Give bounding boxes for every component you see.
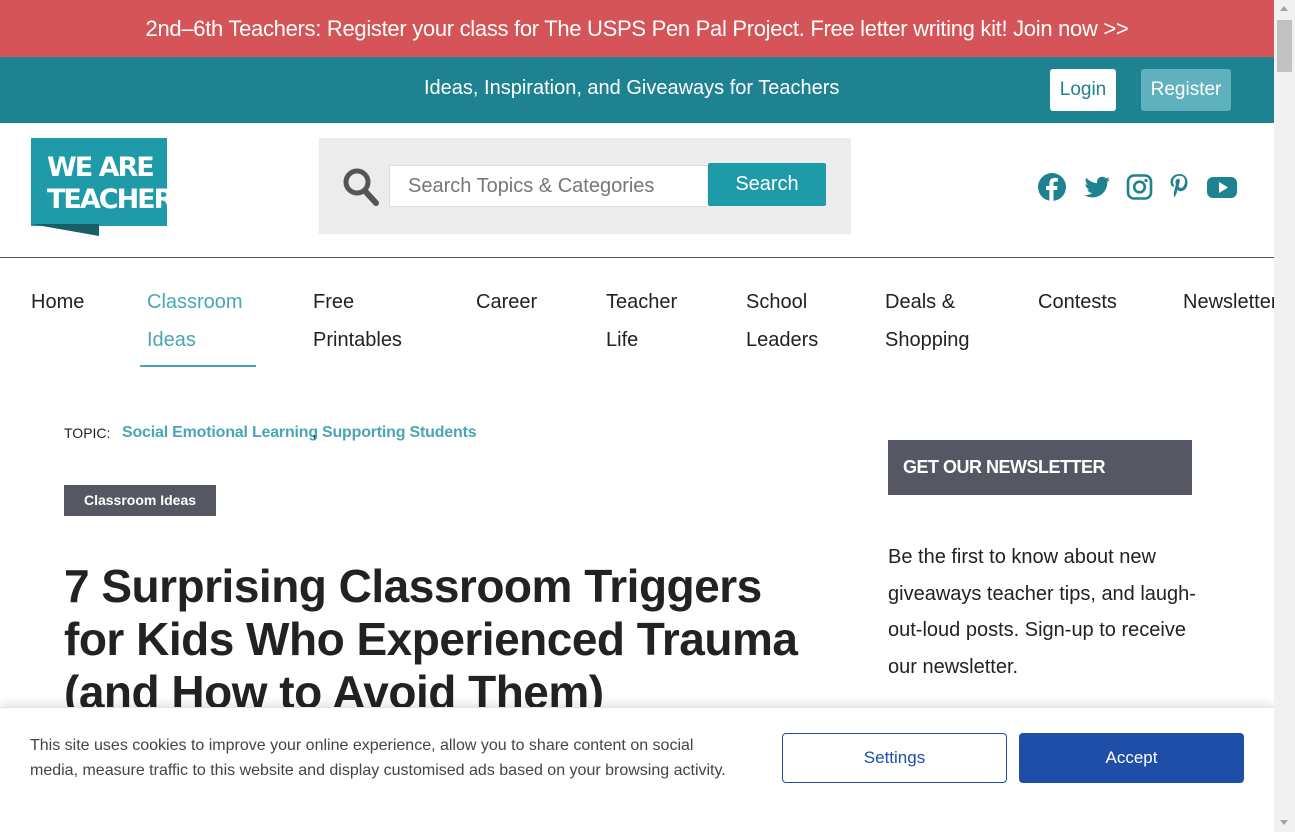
nav-teacher-life[interactable]: Teacher Life [606,283,677,359]
nav-teacher-label-1: Teacher [606,291,678,313]
page: 2nd–6th Teachers: Register your class fo… [0,0,1274,832]
nav-newsletter-label: Newsletter [1183,291,1274,313]
scroll-up-arrow-icon[interactable] [1280,6,1288,11]
pinterest-icon[interactable] [1168,172,1190,202]
newsletter-description: Be the first to know about new giveaways… [888,546,1196,678]
logo-line-1: WE ARE [47,152,153,183]
cookie-accept-button[interactable]: Accept [1019,733,1244,783]
nav-teacher-label-2: Life [606,329,639,351]
twitter-icon[interactable] [1082,172,1112,202]
topic-label: TOPIC: [64,425,111,441]
category-badge[interactable]: Classroom Ideas [64,485,216,516]
tagline: Ideas, Inspiration, and Giveaways for Te… [424,77,840,99]
nav-deals-label-1: Deals & [885,291,956,313]
nav-school-label-2: Leaders [746,329,819,351]
topic-link-supporting-students[interactable]: Supporting Students [322,424,477,442]
nav-classroom-ideas[interactable]: Classroom Ideas [147,283,243,359]
nav-contests-label: Contests [1038,291,1117,313]
nav-classroom-label-2: Ideas [147,329,196,351]
facebook-icon[interactable] [1037,172,1067,202]
cookie-banner: This site uses cookies to improve your o… [0,707,1274,832]
login-button[interactable]: Login [1050,69,1116,111]
topic-separator: , [312,424,317,441]
nav-school-leaders[interactable]: School Leaders [746,283,818,359]
nav-printables-label-2: Printables [313,329,402,351]
nav-newsletter[interactable]: Newsletter [1183,283,1274,321]
nav-school-label-1: School [746,291,808,313]
nav-printables-label-1: Free [313,291,355,313]
nav-deals-label-2: Shopping [885,329,970,351]
article-title: 7 Surprising Classroom Triggers for Kids… [64,560,798,718]
cookie-message: This site uses cookies to improve your o… [30,737,726,779]
cookie-settings-button[interactable]: Settings [782,733,1007,783]
promo-banner[interactable]: 2nd–6th Teachers: Register your class fo… [0,0,1274,57]
top-bar: Ideas, Inspiration, and Giveaways for Te… [0,57,1274,123]
scroll-down-arrow-icon[interactable] [1280,820,1288,825]
youtube-icon[interactable] [1206,172,1238,202]
nav-home-label: Home [31,291,85,313]
vertical-scrollbar[interactable] [1274,0,1295,832]
we-are-teachers-logo[interactable]: WE ARE TEACHERS [31,138,167,236]
scrollbar-thumb[interactable] [1277,20,1292,72]
register-button[interactable]: Register [1141,69,1231,111]
nav-home[interactable]: Home [31,283,84,321]
topic-link-sel[interactable]: Social Emotional Learning [122,424,318,442]
nav-free-printables[interactable]: Free Printables [313,283,402,359]
search-input[interactable] [389,165,707,207]
newsletter-heading: GET OUR NEWSLETTER [888,440,1192,495]
nav-deals-shopping[interactable]: Deals & Shopping [885,283,970,359]
nav-active-underline [140,365,256,367]
logo-line-2: TEACHERS [47,184,167,215]
nav-career-label: Career [476,291,538,313]
nav-classroom-label-1: Classroom [147,291,243,313]
instagram-icon[interactable] [1126,172,1153,202]
nav-career[interactable]: Career [476,283,537,321]
nav-divider [0,257,1274,258]
nav-contests[interactable]: Contests [1038,283,1117,321]
search-icon [343,168,379,206]
search-button[interactable]: Search [708,163,826,206]
